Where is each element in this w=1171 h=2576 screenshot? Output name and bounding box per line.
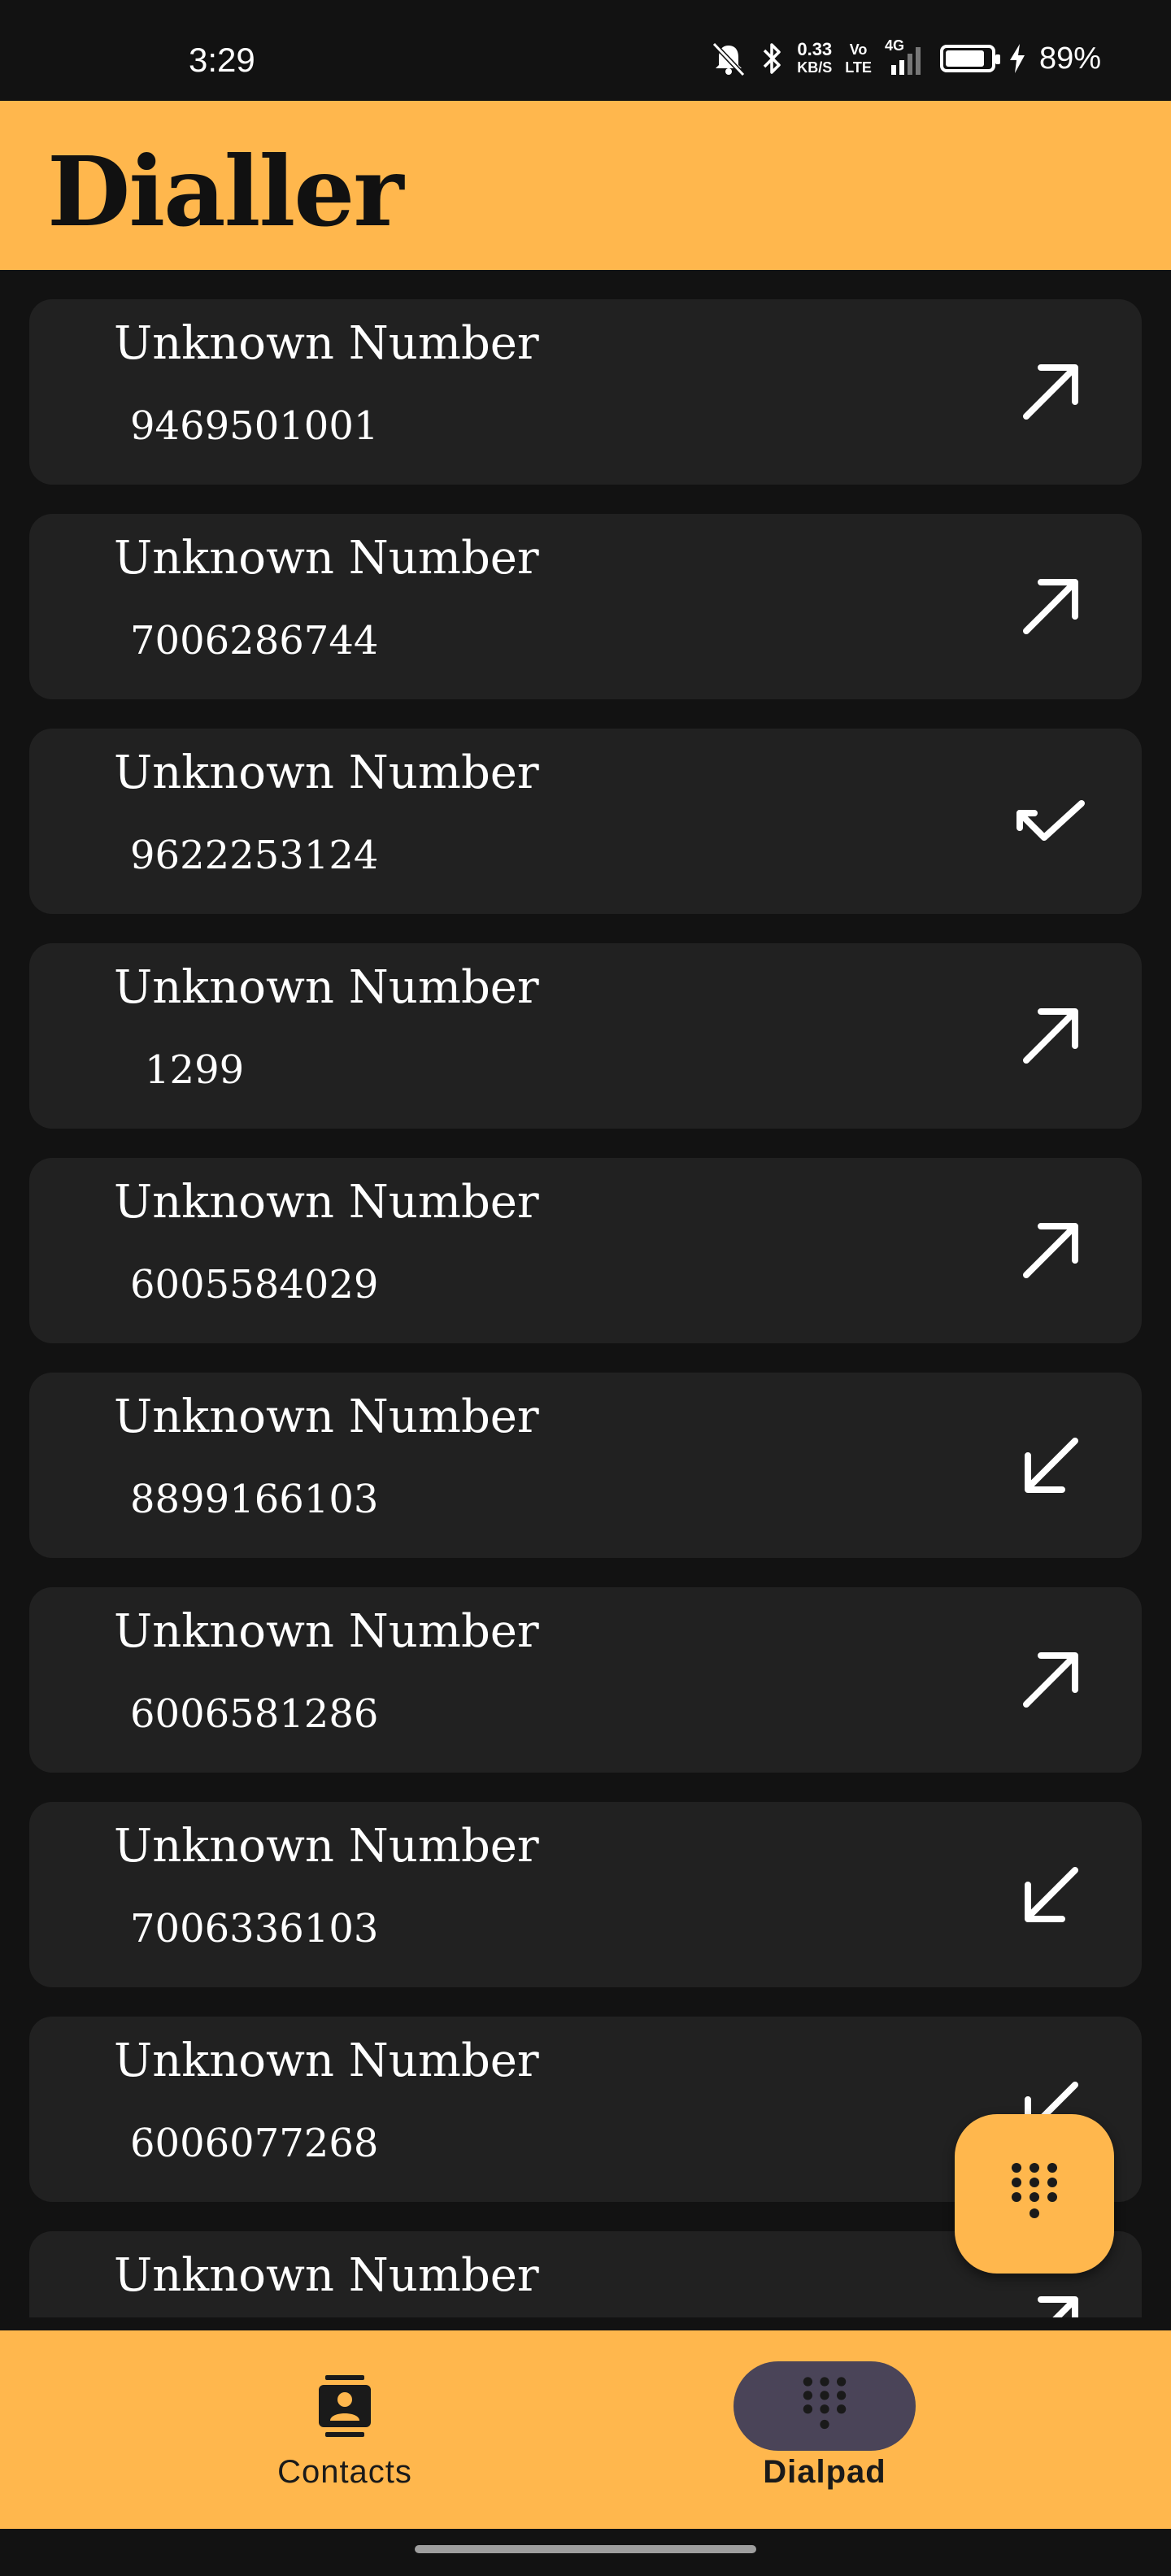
- outgoing-call-icon: [1023, 579, 1078, 634]
- call-log-item[interactable]: Unknown Number 8899166103: [29, 1373, 1142, 1558]
- call-log-item[interactable]: Unknown Number 1299: [29, 943, 1142, 1129]
- caller-number: 6006077268: [130, 2121, 379, 2166]
- caller-number: 6005584029: [130, 1262, 379, 1308]
- caller-number: 7006286744: [130, 618, 379, 664]
- nav-indicator-dialpad: [734, 2361, 916, 2451]
- call-log-item[interactable]: Unknown Number 6006581286: [29, 1587, 1142, 1773]
- outgoing-call-icon: [1023, 364, 1078, 420]
- bluetooth-icon: [764, 43, 781, 74]
- nav-label-contacts: Contacts: [277, 2454, 412, 2490]
- outgoing-call-icon: [1023, 1652, 1078, 1708]
- outgoing-call-icon: [1023, 1223, 1078, 1278]
- volte-indicator: Vo LTE: [845, 41, 872, 76]
- app-bar: Dialler: [0, 101, 1171, 270]
- caller-number: 8899166103: [130, 1477, 379, 1522]
- signal-strength: 4G: [885, 37, 927, 76]
- caller-number: 9622253124: [130, 833, 379, 878]
- battery-icon: [939, 45, 1000, 72]
- network-speed: 0.33 KB/S: [797, 39, 833, 76]
- caller-name: Unknown Number: [114, 1390, 539, 1443]
- charging-icon: [1009, 44, 1025, 73]
- caller-name: Unknown Number: [114, 532, 539, 585]
- caller-name: Unknown Number: [114, 2249, 539, 2302]
- caller-name: Unknown Number: [114, 317, 539, 370]
- contacts-icon: [319, 2375, 371, 2437]
- call-log-item[interactable]: Unknown Number 7006336103: [29, 1802, 1142, 1987]
- caller-name: Unknown Number: [114, 1176, 539, 1229]
- status-bar: 3:29 0.33 KB/S Vo LTE 4G 89%: [0, 0, 1171, 101]
- caller-number: 7006336103: [130, 1906, 379, 1952]
- silent-bell-icon: [712, 41, 746, 76]
- caller-name: Unknown Number: [114, 746, 539, 799]
- outgoing-call-icon: [1023, 1008, 1078, 1064]
- page-title: Dialler: [47, 135, 404, 248]
- signal-icon: [890, 47, 921, 75]
- caller-name: Unknown Number: [114, 1605, 539, 1658]
- gesture-bar: [0, 2529, 1171, 2576]
- battery-percent: 89%: [1038, 41, 1101, 76]
- caller-name: Unknown Number: [114, 2034, 539, 2087]
- nav-item-contacts[interactable]: Contacts: [223, 2361, 467, 2508]
- caller-number: 1299: [145, 1047, 245, 1093]
- missed-call-icon: [1016, 800, 1085, 841]
- nav-item-dialpad[interactable]: Dialpad: [703, 2361, 947, 2508]
- call-log-item[interactable]: Unknown Number 9469501001: [29, 299, 1142, 485]
- caller-name: Unknown Number: [114, 1820, 539, 1873]
- bottom-navigation: Contacts Dialpad: [0, 2330, 1171, 2529]
- status-icons: 0.33 KB/S Vo LTE 4G 89%: [709, 37, 1101, 76]
- nav-indicator-contacts: [254, 2361, 436, 2451]
- caller-number: 9469501001: [130, 403, 379, 449]
- caller-name: Unknown Number: [114, 961, 539, 1014]
- gesture-pill[interactable]: [415, 2545, 756, 2553]
- call-log-item[interactable]: Unknown Number 7006286744: [29, 514, 1142, 699]
- dialpad-icon: [1012, 2163, 1057, 2218]
- status-time: 3:29: [189, 41, 255, 79]
- dialpad-icon: [803, 2377, 847, 2430]
- dialpad-fab-button[interactable]: [955, 2114, 1114, 2274]
- call-log-item[interactable]: Unknown Number 9622253124: [29, 729, 1142, 914]
- outgoing-call-icon: [1038, 2296, 1078, 2317]
- caller-number: 6006581286: [130, 1691, 379, 1737]
- call-log-item[interactable]: Unknown Number 6005584029: [29, 1158, 1142, 1343]
- incoming-call-icon: [1025, 1867, 1078, 1922]
- incoming-call-icon: [1025, 1438, 1078, 1493]
- call-log-list[interactable]: Unknown Number 9469501001 Unknown Number 70…: [0, 270, 1171, 2317]
- nav-label-dialpad: Dialpad: [763, 2454, 886, 2490]
